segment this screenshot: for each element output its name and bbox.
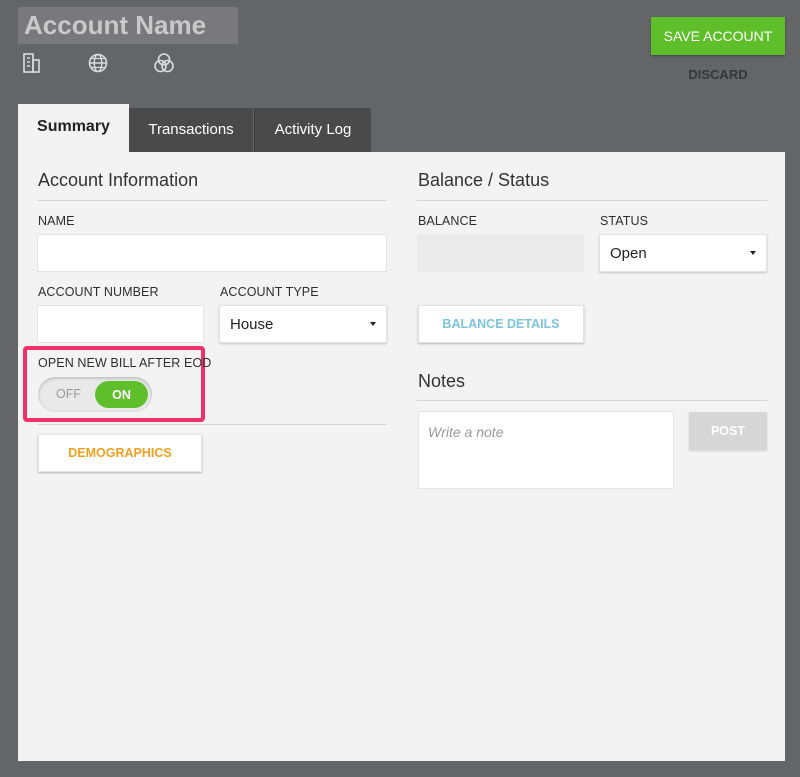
balance-details-button[interactable]: BALANCE DETAILS <box>418 305 584 343</box>
chevron-down-icon <box>370 322 376 326</box>
globe-icon[interactable] <box>87 52 109 74</box>
name-label: NAME <box>38 214 75 228</box>
divider <box>417 200 767 201</box>
chevron-down-icon <box>750 251 756 255</box>
balance-field <box>417 234 584 272</box>
tab-summary[interactable]: Summary <box>18 104 129 152</box>
tab-activity-log[interactable]: Activity Log <box>254 108 371 152</box>
discard-button[interactable]: DISCARD <box>668 64 768 84</box>
balance-status-heading: Balance / Status <box>418 170 550 190</box>
building-icon[interactable] <box>21 52 43 74</box>
divider <box>37 200 387 201</box>
status-label: STATUS <box>600 214 649 228</box>
circles-icon[interactable] <box>153 52 175 74</box>
account-name-title[interactable]: Account Name <box>18 7 238 44</box>
demographics-button[interactable]: DEMOGRAPHICS <box>38 434 202 472</box>
account-type-value: House <box>230 315 274 333</box>
balance-label: BALANCE <box>418 214 478 228</box>
name-input[interactable] <box>37 234 387 272</box>
account-type-select[interactable]: House <box>219 305 387 343</box>
open-new-bill-toggle[interactable]: OFF ON <box>38 377 152 412</box>
status-value: Open <box>610 244 647 262</box>
toggle-off-label: OFF <box>56 387 81 401</box>
save-account-button[interactable]: SAVE ACCOUNT <box>651 17 785 55</box>
post-button[interactable]: POST <box>689 412 767 450</box>
divider <box>417 400 767 401</box>
note-input[interactable]: Write a note <box>418 411 674 489</box>
account-type-label: ACCOUNT TYPE <box>220 285 319 299</box>
account-number-label: ACCOUNT NUMBER <box>38 285 159 299</box>
status-select[interactable]: Open <box>599 234 767 272</box>
toggle-on-knob: ON <box>95 381 148 408</box>
open-new-bill-label: OPEN NEW BILL AFTER EOD <box>38 356 212 370</box>
account-number-input[interactable] <box>37 305 204 343</box>
account-information-heading: Account Information <box>38 170 199 190</box>
tab-transactions[interactable]: Transactions <box>129 108 253 152</box>
divider <box>37 424 387 425</box>
notes-heading: Notes <box>418 371 466 391</box>
